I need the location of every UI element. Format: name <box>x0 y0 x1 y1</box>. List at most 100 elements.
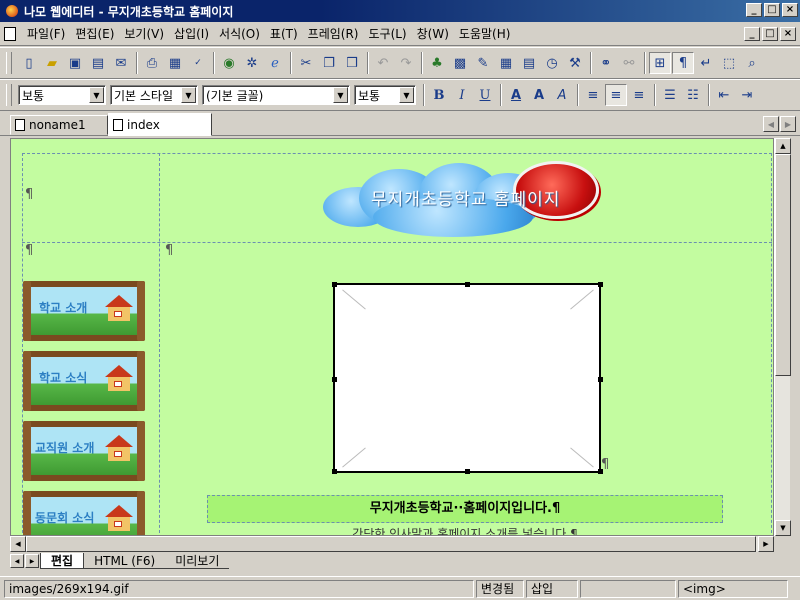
save-icon[interactable]: ▣ <box>64 52 86 74</box>
menu-edit[interactable]: 편집(E) <box>70 23 119 44</box>
tab-scroll-left-button[interactable]: ◀ <box>763 116 779 132</box>
char-style-select[interactable]: 기본 스타일 ▼ <box>110 85 198 105</box>
paragraph-style-select[interactable]: 보통 ▼ <box>18 85 106 105</box>
chevron-down-icon[interactable]: ▼ <box>89 87 104 103</box>
toolbar-grip[interactable] <box>6 52 12 74</box>
font-color-icon[interactable]: A <box>505 84 527 106</box>
new-file-icon[interactable]: ▯ <box>18 52 40 74</box>
clear-format-icon[interactable]: A <box>551 84 573 106</box>
menu-window[interactable]: 창(W) <box>412 23 454 44</box>
nav-image-staff-intro[interactable]: 교직원 소개 <box>23 421 145 481</box>
print-icon[interactable]: ⎙ <box>141 52 163 74</box>
insert-table-icon[interactable]: ▦ <box>495 52 517 74</box>
scroll-left-button[interactable]: ◀ <box>10 536 26 552</box>
spellcheck-icon[interactable]: ✓ <box>187 52 209 74</box>
tab-edit[interactable]: 편집 <box>40 553 85 569</box>
nav-image-school-news[interactable]: 학교 소식 <box>23 351 145 411</box>
bullet-list-icon[interactable]: ☷ <box>682 84 704 106</box>
align-left-icon[interactable]: ≡ <box>582 84 604 106</box>
resize-handle[interactable] <box>598 282 603 287</box>
indent-icon[interactable]: ⇥ <box>736 84 758 106</box>
bold-icon[interactable]: B <box>428 84 450 106</box>
vertical-scrollbar[interactable]: ▲ ▼ <box>774 138 791 536</box>
outdent-icon[interactable]: ⇤ <box>713 84 735 106</box>
chevron-down-icon[interactable]: ▼ <box>181 87 196 103</box>
open-folder-icon[interactable]: ▰ <box>41 52 63 74</box>
copy-icon[interactable]: ❐ <box>318 52 340 74</box>
site-map-icon[interactable]: ✲ <box>241 52 263 74</box>
chevron-down-icon[interactable]: ▼ <box>399 87 414 103</box>
scroll-down-button[interactable]: ▼ <box>775 520 791 536</box>
nav-image-alumni-news[interactable]: 동문회 소식 <box>23 491 145 535</box>
align-right-icon[interactable]: ≡ <box>628 84 650 106</box>
menu-insert[interactable]: 삽입(I) <box>169 23 214 44</box>
menu-table[interactable]: 표(T) <box>265 23 303 44</box>
resize-handle[interactable] <box>332 282 337 287</box>
document-icon[interactable] <box>4 26 16 41</box>
close-button[interactable]: × <box>782 3 798 17</box>
selected-image-placeholder[interactable] <box>332 282 603 474</box>
welcome-heading[interactable]: 무지개초등학교··홈페이지입니다.¶ <box>207 495 723 523</box>
browser-icon[interactable]: ℯ <box>264 52 286 74</box>
highlight-color-icon[interactable]: A <box>528 84 550 106</box>
font-size-select[interactable]: 보통 ▼ <box>354 85 416 105</box>
maximize-button[interactable]: □ <box>764 3 780 17</box>
insert-tools-icon[interactable]: ⚒ <box>564 52 586 74</box>
scroll-up-button[interactable]: ▲ <box>775 138 791 154</box>
mail-icon[interactable]: ✉ <box>110 52 132 74</box>
minimize-button[interactable]: _ <box>746 3 762 17</box>
resize-handle[interactable] <box>465 469 470 474</box>
menu-file[interactable]: 파일(F) <box>22 23 70 44</box>
view-tab-next-button[interactable]: ▶ <box>25 554 39 568</box>
horizontal-scrollbar[interactable]: ◀ ▶ <box>10 536 774 552</box>
cut-icon[interactable]: ✂ <box>295 52 317 74</box>
insert-grid-icon[interactable]: ▤ <box>518 52 540 74</box>
unlink-icon[interactable]: ⚯ <box>618 52 640 74</box>
tab-index[interactable]: index <box>108 113 212 136</box>
align-center-icon[interactable]: ≡ <box>605 84 627 106</box>
resize-handle[interactable] <box>332 377 337 382</box>
editor-canvas[interactable]: ¶ ¶ ¶ 무지개초등학교 홈페이지 학교 소개 학교 소식 교직원 소개 동문… <box>10 138 774 536</box>
menu-view[interactable]: 보기(V) <box>119 23 169 44</box>
resize-handle[interactable] <box>332 469 337 474</box>
resize-handle[interactable] <box>465 282 470 287</box>
menu-frame[interactable]: 프레임(R) <box>303 23 364 44</box>
toolbar-grip[interactable] <box>6 84 12 106</box>
show-table-grid-icon[interactable]: ⊞ <box>649 52 671 74</box>
doc-close-button[interactable]: × <box>780 27 796 41</box>
zoom-icon[interactable]: ⌕ <box>741 52 763 74</box>
insert-tree-icon[interactable]: ♣ <box>426 52 448 74</box>
menu-format[interactable]: 서식(O) <box>214 23 265 44</box>
undo-icon[interactable]: ↶ <box>372 52 394 74</box>
banner-image[interactable]: 무지개초등학교 홈페이지 <box>323 161 613 239</box>
show-line-break-icon[interactable]: ↵ <box>695 52 717 74</box>
resize-handle[interactable] <box>598 377 603 382</box>
insert-clock-icon[interactable]: ◷ <box>541 52 563 74</box>
insert-form-icon[interactable]: ✎ <box>472 52 494 74</box>
paste-icon[interactable]: ❒ <box>341 52 363 74</box>
tab-noname1[interactable]: noname1 <box>10 115 108 135</box>
menu-help[interactable]: 도움말(H) <box>454 23 516 44</box>
view-tab-first-button[interactable]: ◀ <box>10 554 24 568</box>
tab-preview[interactable]: 미리보기 <box>165 553 230 569</box>
publish-icon[interactable]: ◉ <box>218 52 240 74</box>
show-frame-border-icon[interactable]: ⬚ <box>718 52 740 74</box>
link-icon[interactable]: ⚭ <box>595 52 617 74</box>
horizontal-scroll-thumb[interactable] <box>26 536 756 552</box>
nav-image-school-intro[interactable]: 학교 소개 <box>23 281 145 341</box>
menu-tools[interactable]: 도구(L) <box>363 23 411 44</box>
italic-icon[interactable]: I <box>451 84 473 106</box>
chevron-down-icon[interactable]: ▼ <box>333 87 348 103</box>
doc-restore-button[interactable]: □ <box>762 27 778 41</box>
doc-minimize-button[interactable]: _ <box>744 27 760 41</box>
insert-image-icon[interactable]: ▩ <box>449 52 471 74</box>
tab-html[interactable]: HTML (F6) <box>84 553 166 569</box>
print-preview-icon[interactable]: ▦ <box>164 52 186 74</box>
numbered-list-icon[interactable]: ☰ <box>659 84 681 106</box>
redo-icon[interactable]: ↷ <box>395 52 417 74</box>
tab-scroll-right-button[interactable]: ▶ <box>780 116 796 132</box>
underline-icon[interactable]: U <box>474 84 496 106</box>
font-select[interactable]: (기본 글꼴) ▼ <box>202 85 350 105</box>
save-all-icon[interactable]: ▤ <box>87 52 109 74</box>
show-paragraph-marks-icon[interactable]: ¶ <box>672 52 694 74</box>
